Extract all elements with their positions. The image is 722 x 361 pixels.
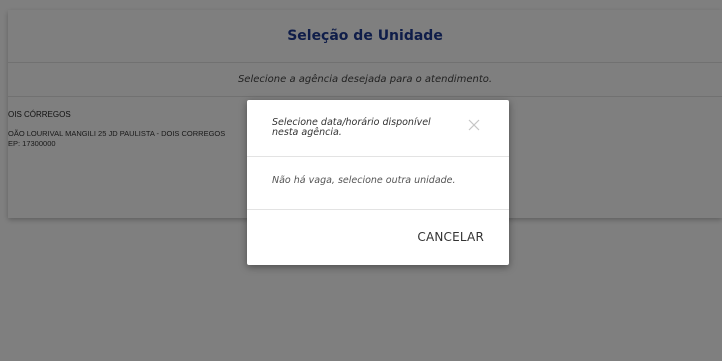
dialog-message: Não há vaga, selecione outra unidade. [272, 175, 456, 186]
cancel-button[interactable]: CANCELAR [417, 230, 484, 244]
close-icon[interactable] [467, 118, 481, 132]
dialog-header: Selecione data/horário disponível nesta … [247, 100, 509, 157]
dialog-body: Não há vaga, selecione outra unidade. [247, 157, 509, 210]
dialog-title: Selecione data/horário disponível nesta … [272, 117, 431, 138]
availability-dialog: Selecione data/horário disponível nesta … [247, 100, 509, 265]
dialog-footer: CANCELAR [247, 210, 509, 266]
